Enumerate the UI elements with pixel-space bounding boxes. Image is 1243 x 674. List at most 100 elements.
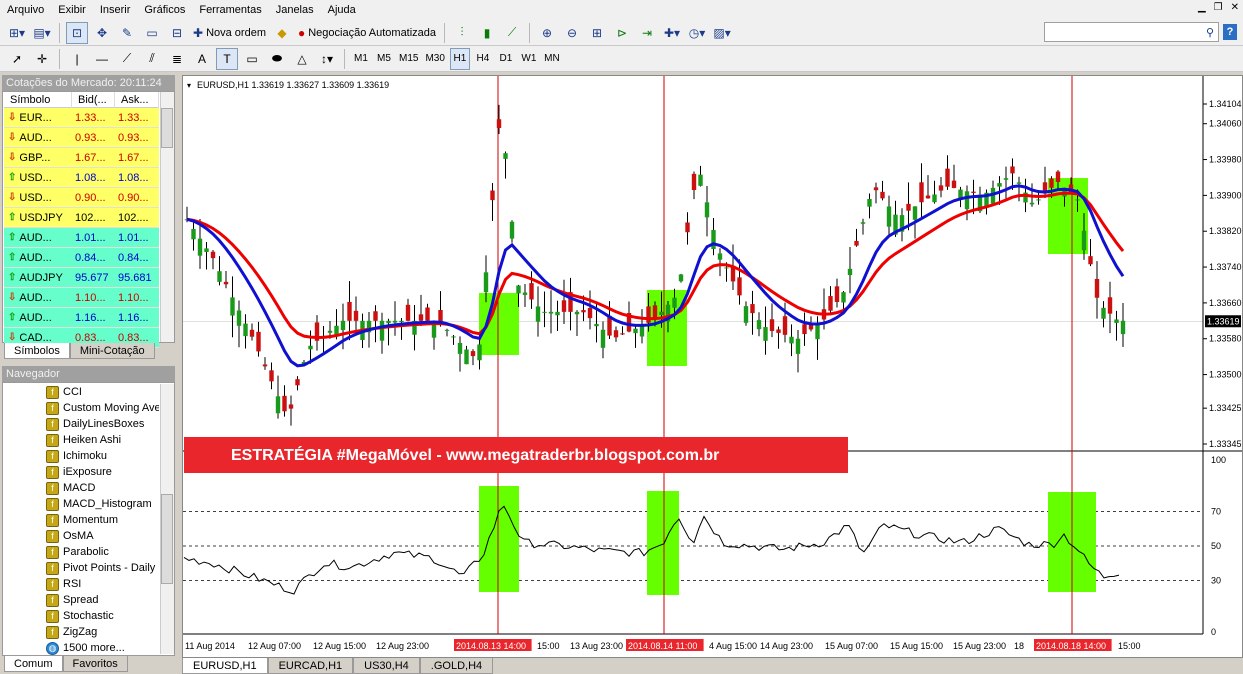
rectangle-icon[interactable]: ▭ [241, 48, 263, 70]
navigator-scrollbar[interactable] [160, 384, 174, 654]
market-watch-row[interactable]: ⇧ USD... 1.08... 1.08... [4, 168, 159, 188]
horizontal-line-icon[interactable]: — [91, 48, 113, 70]
menu-arquivo[interactable]: Arquivo [0, 0, 51, 20]
chart-tab[interactable]: EURCAD,H1 [267, 658, 354, 674]
navigator-item[interactable]: f iExposure [4, 464, 159, 480]
menu-ajuda[interactable]: Ajuda [321, 0, 363, 20]
chart-window[interactable]: EURUSD,H1 1.33619 1.33627 1.33609 1.3361… [182, 75, 1243, 658]
market-watch-row[interactable]: ⇩ USD... 0.90... 0.90... [4, 188, 159, 208]
menu-exibir[interactable]: Exibir [51, 0, 93, 20]
metaeditor-icon[interactable]: ◆ [271, 22, 293, 44]
minimize-icon[interactable]: ▁ [1198, 2, 1206, 13]
navigator-item[interactable]: f DailyLinesBoxes [4, 416, 159, 432]
navigator-item[interactable]: f RSI [4, 576, 159, 592]
chart-canvas[interactable]: EURUSD,H1 1.33619 1.33627 1.33609 1.3361… [183, 76, 1242, 657]
restore-icon[interactable]: ❐ [1214, 2, 1223, 13]
arrows-icon[interactable]: ↕▾ [316, 48, 338, 70]
auto-trading-button[interactable]: ● Negociação Automatizada [296, 22, 438, 44]
market-watch-scrollbar[interactable] [160, 92, 174, 342]
triangle-icon[interactable]: △ [291, 48, 313, 70]
market-watch-icon[interactable]: ⊡ [66, 21, 88, 44]
market-watch-row[interactable]: ⇧ AUD... 1.01... 1.01... [4, 228, 159, 248]
navigator-item[interactable]: f ZigZag [4, 624, 159, 640]
market-watch-row[interactable]: ⇧ AUDJPY 95.677 95.681 [4, 268, 159, 288]
timeframe-m5[interactable]: M5 [374, 48, 394, 70]
fibonacci-icon[interactable]: ≣ [166, 48, 188, 70]
navigator-item[interactable]: f Stochastic [4, 608, 159, 624]
navigator-icon[interactable]: ✎ [116, 22, 138, 44]
candlestick-icon[interactable]: ▮ [476, 22, 498, 44]
channel-icon[interactable]: ⫽ [141, 48, 163, 70]
zoom-in-icon[interactable]: ⊕ [536, 22, 558, 44]
navigator-item[interactable]: f MACD [4, 480, 159, 496]
navigator-item[interactable]: f OsMA [4, 528, 159, 544]
tile-windows-icon[interactable]: ⊞ [586, 22, 608, 44]
indicators-icon[interactable]: ✚▾ [661, 22, 683, 44]
market-watch-row[interactable]: ⇩ EUR... 1.33... 1.33... [4, 108, 159, 128]
scroll-thumb[interactable] [161, 108, 173, 148]
profiles-icon[interactable]: ▤▾ [31, 22, 53, 44]
tab-simbolos[interactable]: Símbolos [4, 343, 70, 359]
timeframe-mn[interactable]: MN [542, 48, 562, 70]
trendline-icon[interactable]: ⟋ [116, 48, 138, 70]
col-bid[interactable]: Bid(... [72, 92, 115, 108]
chart-tab[interactable]: EURUSD,H1 [182, 658, 268, 674]
help-icon[interactable]: ? [1223, 24, 1237, 40]
navigator-item[interactable]: f Custom Moving Ave [4, 400, 159, 416]
scroll-thumb[interactable] [161, 494, 173, 584]
menu-graficos[interactable]: Gráficos [137, 0, 192, 20]
line-chart-icon[interactable]: ⟋ [501, 22, 523, 44]
market-watch-row[interactable]: ⇧ USDJPY 102.... 102.... [4, 208, 159, 228]
new-order-button[interactable]: ✚ Nova ordem [191, 22, 268, 44]
navigator-item[interactable]: f Parabolic [4, 544, 159, 560]
new-chart-icon[interactable]: ⊞▾ [6, 22, 28, 44]
timeframe-m30[interactable]: M30 [423, 48, 446, 70]
search-input[interactable]: ⚲ [1044, 22, 1219, 42]
navigator-item[interactable]: f Ichimoku [4, 448, 159, 464]
bar-chart-icon[interactable]: ⫶ [451, 22, 473, 44]
tester-icon[interactable]: ⊟ [166, 22, 188, 44]
templates-icon[interactable]: ▨▾ [711, 22, 733, 44]
data-window-icon[interactable]: ✥ [91, 22, 113, 44]
timeframe-m1[interactable]: M1 [351, 48, 371, 70]
navigator-item[interactable]: f Heiken Ashi [4, 432, 159, 448]
navigator-item[interactable]: f Momentum [4, 512, 159, 528]
timeframe-w1[interactable]: W1 [519, 48, 539, 70]
timeframe-m15[interactable]: M15 [397, 48, 420, 70]
market-watch-row[interactable]: ⇩ GBP... 1.67... 1.67... [4, 148, 159, 168]
autoscroll-icon[interactable]: ⇥ [636, 22, 658, 44]
ellipse-icon[interactable]: ⬬ [266, 48, 288, 70]
menu-inserir[interactable]: Inserir [93, 0, 138, 20]
navigator-item[interactable]: f CCI [4, 384, 159, 400]
navigator-item[interactable]: f Pivot Points - Daily ( [4, 560, 159, 576]
chart-tab[interactable]: .GOLD,H4 [419, 658, 494, 674]
vertical-line-icon[interactable]: | [66, 48, 88, 70]
navigator-item[interactable]: f Spread [4, 592, 159, 608]
terminal-icon[interactable]: ▭ [141, 22, 163, 44]
search-icon[interactable]: ⚲ [1206, 26, 1214, 39]
col-symbol[interactable]: Símbolo [4, 92, 72, 108]
market-watch-row[interactable]: ⇧ AUD... 0.84... 0.84... [4, 248, 159, 268]
zoom-out-icon[interactable]: ⊖ [561, 22, 583, 44]
timeframe-h4[interactable]: H4 [473, 48, 493, 70]
tab-mini-cotacao[interactable]: Mini-Cotação [69, 343, 155, 359]
text-label-icon[interactable]: T [216, 47, 238, 70]
chart-shift-icon[interactable]: ⊳ [611, 22, 633, 44]
menu-janelas[interactable]: Janelas [269, 0, 321, 20]
col-ask[interactable]: Ask... [115, 92, 159, 108]
timeframe-h1[interactable]: H1 [449, 47, 470, 70]
menu-ferramentas[interactable]: Ferramentas [192, 0, 268, 20]
chart-tab[interactable]: US30,H4 [353, 658, 420, 674]
cursor-icon[interactable]: ➚ [6, 48, 28, 70]
text-icon[interactable]: A [191, 48, 213, 70]
close-icon[interactable]: ✕ [1231, 2, 1239, 13]
timeframe-d1[interactable]: D1 [496, 48, 516, 70]
navigator-item[interactable]: f MACD_Histogram [4, 496, 159, 512]
periods-icon[interactable]: ◷▾ [686, 22, 708, 44]
market-watch-row[interactable]: ⇩ AUD... 0.93... 0.93... [4, 128, 159, 148]
crosshair-icon[interactable]: ✛ [31, 48, 53, 70]
market-watch-row[interactable]: ⇧ AUD... 1.16... 1.16... [4, 308, 159, 328]
navigator-item[interactable]: ◍ 1500 more... [4, 640, 159, 656]
tab-comum[interactable]: Comum [4, 656, 63, 672]
tab-favoritos[interactable]: Favoritos [62, 656, 128, 672]
